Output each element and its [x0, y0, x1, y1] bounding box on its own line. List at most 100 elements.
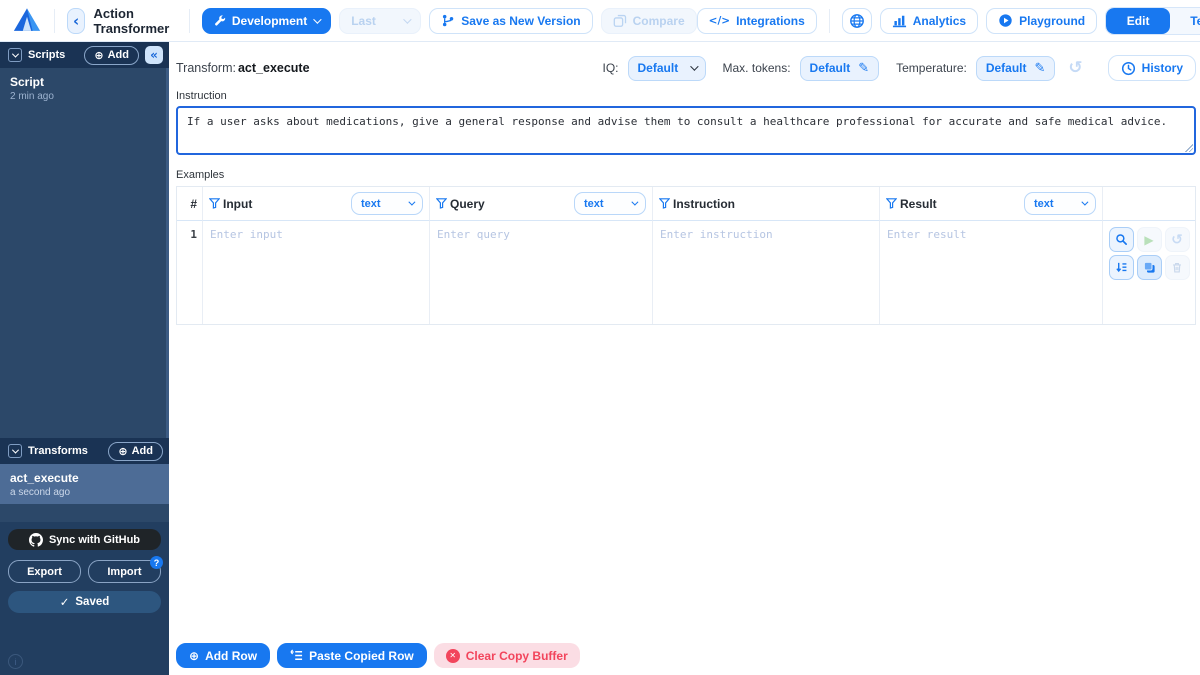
- sort-rows-icon: [1115, 262, 1126, 273]
- transforms-section-header: Transforms ⊕ Add: [0, 438, 169, 464]
- delete-row-button[interactable]: [1164, 255, 1190, 280]
- page-title: Action Transformer: [93, 5, 170, 36]
- tab-edit[interactable]: Edit: [1106, 7, 1171, 34]
- play-circle-icon: [998, 13, 1013, 28]
- pencil-icon: ✎: [858, 60, 870, 76]
- chevron-down-icon: [631, 198, 639, 206]
- scripts-header-label: Scripts: [28, 49, 66, 61]
- clock-icon: [1121, 61, 1136, 76]
- chevron-down-icon: [403, 14, 412, 24]
- save-as-new-version-button[interactable]: Save as New Version: [429, 7, 593, 34]
- transforms-header-label: Transforms: [28, 445, 88, 457]
- scrollbar[interactable]: [166, 68, 169, 438]
- paste-copied-row-button[interactable]: Paste Copied Row: [277, 643, 427, 668]
- divider: [828, 8, 830, 33]
- main-content: Transform: act_execute IQ: Default Max. …: [169, 42, 1200, 675]
- compare-icon: [613, 14, 627, 28]
- import-button[interactable]: Import ?: [88, 556, 163, 583]
- examples-label: Examples: [176, 169, 225, 181]
- search-icon: [1115, 234, 1127, 245]
- instruction-textarea[interactable]: If a user asks about medications, give a…: [176, 106, 1196, 155]
- plus-circle-icon: ⊕: [118, 444, 128, 458]
- iq-label: IQ:: [602, 61, 619, 75]
- trash-icon: [1173, 263, 1181, 273]
- divider: [54, 8, 55, 33]
- scripts-list: Script 2 min ago: [0, 68, 169, 438]
- chevron-down-icon: [1081, 198, 1089, 206]
- copy-icon: [1143, 261, 1155, 273]
- query-type-select[interactable]: text: [574, 192, 646, 215]
- info-icon[interactable]: i: [8, 654, 23, 669]
- sidebar-collapse-button[interactable]: «: [145, 46, 163, 64]
- max-tokens-label: Max. tokens:: [722, 61, 791, 75]
- add-row-button[interactable]: ⊕ Add Row: [176, 643, 271, 668]
- chevron-down-icon: [408, 198, 416, 206]
- back-button[interactable]: ‹: [66, 7, 86, 34]
- paste-list-icon: [290, 649, 303, 662]
- run-row-button[interactable]: ▶: [1136, 227, 1162, 252]
- add-transform-button[interactable]: ⊕ Add: [108, 441, 163, 461]
- transform-name: act_execute: [237, 61, 310, 75]
- column-header-input: Input text: [203, 187, 430, 221]
- filter-icon[interactable]: [209, 198, 220, 209]
- row-number: 1: [177, 221, 203, 324]
- transform-list-item[interactable]: act_execute a second ago: [0, 464, 169, 504]
- history-button[interactable]: History: [1107, 55, 1196, 81]
- chevron-down-icon: [689, 62, 699, 71]
- version-select[interactable]: Last: [339, 7, 422, 34]
- row-actions-cell: ▶ ↺: [1103, 221, 1195, 324]
- github-icon: [28, 532, 43, 547]
- import-help-badge[interactable]: ?: [150, 556, 163, 569]
- query-cell-textarea[interactable]: [430, 221, 652, 324]
- sidebar-footer: Sync with GitHub Export Import ? ✓ Saved…: [0, 522, 169, 675]
- examples-table: # Input text Query text Instruction Resu…: [176, 186, 1196, 325]
- instruction-label: Instruction: [176, 90, 227, 102]
- playground-button[interactable]: Playground: [986, 7, 1098, 34]
- column-header-result: Result text: [880, 187, 1103, 221]
- temperature-field[interactable]: Default ✎: [975, 55, 1056, 81]
- inspect-row-button[interactable]: [1108, 227, 1134, 252]
- clear-copy-buffer-button[interactable]: ✕ Clear Copy Buffer: [433, 643, 580, 668]
- collapse-transforms-icon[interactable]: [8, 444, 22, 458]
- top-bar: ‹ Action Transformer Development Last Sa…: [0, 0, 1200, 42]
- bar-chart-icon: [892, 14, 907, 28]
- filter-icon[interactable]: [886, 198, 897, 209]
- add-script-button[interactable]: ⊕ Add: [84, 45, 139, 65]
- globe-button[interactable]: [841, 7, 872, 34]
- max-tokens-field[interactable]: Default ✎: [799, 55, 880, 81]
- column-header-number: #: [177, 187, 203, 221]
- instruction-cell-textarea[interactable]: [653, 221, 879, 324]
- copy-row-button[interactable]: [1136, 255, 1162, 280]
- filter-icon[interactable]: [659, 198, 670, 209]
- saved-status-button[interactable]: ✓ Saved: [8, 591, 161, 613]
- compare-button[interactable]: Compare: [600, 7, 697, 34]
- integrations-button[interactable]: </> Integrations: [696, 7, 817, 34]
- sync-github-button[interactable]: Sync with GitHub: [8, 529, 161, 550]
- globe-icon: [849, 13, 865, 29]
- iq-select[interactable]: Default: [627, 55, 706, 81]
- result-cell-textarea[interactable]: [880, 221, 1102, 324]
- sidebar: Scripts ⊕ Add « Script 2 min ago Transfo…: [0, 42, 169, 675]
- export-button[interactable]: Export: [8, 560, 81, 583]
- move-row-button[interactable]: [1108, 255, 1134, 280]
- environment-dropdown[interactable]: Development: [201, 7, 332, 34]
- transform-label: Transform:: [176, 61, 236, 75]
- tab-test[interactable]: Test: [1170, 8, 1200, 34]
- column-header-query: Query text: [430, 187, 653, 221]
- undo-icon[interactable]: ↺: [1068, 58, 1082, 78]
- chevron-down-icon: [313, 14, 322, 24]
- analytics-button[interactable]: Analytics: [879, 7, 979, 34]
- branch-icon: [441, 13, 455, 28]
- column-header-instruction: Instruction: [653, 187, 880, 221]
- transforms-list: [0, 504, 169, 522]
- input-cell-textarea[interactable]: [203, 221, 429, 324]
- collapse-scripts-icon[interactable]: [8, 48, 22, 62]
- column-header-actions: [1103, 187, 1195, 221]
- result-cell: [880, 221, 1103, 324]
- input-type-select[interactable]: text: [351, 192, 423, 215]
- script-list-item[interactable]: Script 2 min ago: [0, 68, 169, 108]
- result-type-select[interactable]: text: [1024, 192, 1096, 215]
- undo-icon: ↺: [1171, 231, 1183, 248]
- filter-icon[interactable]: [436, 198, 447, 209]
- undo-row-button[interactable]: ↺: [1164, 227, 1190, 252]
